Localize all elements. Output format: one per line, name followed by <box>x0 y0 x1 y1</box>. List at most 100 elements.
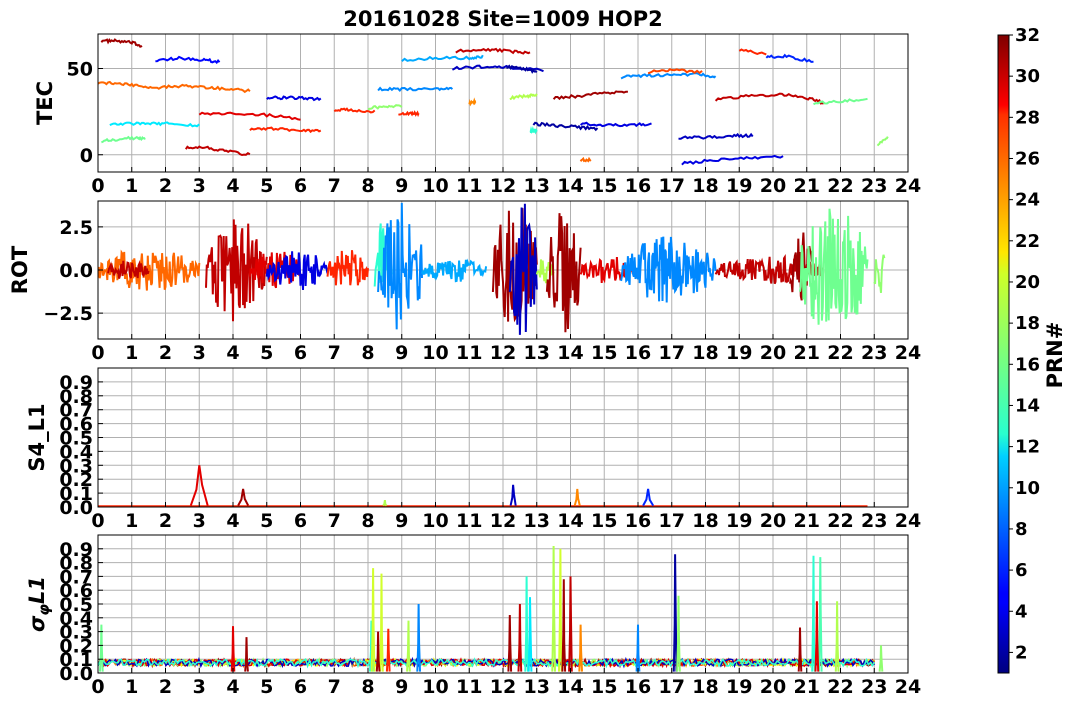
spike-prn-6 <box>642 488 655 507</box>
colorbar-tick-label: 2 <box>1015 642 1028 663</box>
spike-prn-31 <box>561 579 567 672</box>
x-tick-label: 1 <box>125 676 138 698</box>
x-tick-label: 23 <box>861 676 887 698</box>
spike-prn-31 <box>375 631 381 672</box>
x-tick-label: 6 <box>294 676 307 698</box>
y-tick-label: −2.5 <box>43 303 93 325</box>
spike-prn-3 <box>509 484 517 506</box>
x-tick-label: 1 <box>125 175 138 197</box>
series-group <box>98 545 884 672</box>
x-tick-label: 7 <box>328 175 341 197</box>
spike-prn-31 <box>244 637 249 672</box>
x-tick-label: 13 <box>524 510 550 532</box>
panel-3: 0 1 2 3 4 5 6 7 8 9 10 11 12 13 14 15 16 17 18 19 20 21 22 23 24… <box>25 367 921 532</box>
colorbar-label: PRN# <box>1043 322 1067 389</box>
chart-title: 20161028 Site=1009 HOP2 <box>343 7 663 31</box>
x-tick-label: 7 <box>328 676 341 698</box>
x-tick-label: 18 <box>692 175 718 197</box>
spike-prn-18 <box>382 499 388 507</box>
x-tick-label: 22 <box>827 342 853 364</box>
x-tick-label: 14 <box>557 676 583 698</box>
x-tick-label: 22 <box>827 676 853 698</box>
x-tick-label: 2 <box>159 175 172 197</box>
x-tick-label: 4 <box>226 676 239 698</box>
colorbar-tick-label: 8 <box>1015 519 1028 540</box>
grid <box>97 535 909 674</box>
rot-series-prn-16 <box>799 208 869 325</box>
x-tick-label: 18 <box>692 510 718 532</box>
x-tick-label: 4 <box>226 510 239 532</box>
x-tick-label: 16 <box>625 510 651 532</box>
x-tick-label: 10 <box>422 342 448 364</box>
x-tick-label: 14 <box>557 342 583 364</box>
x-tick-label: 21 <box>794 175 820 197</box>
tec-series-prn-27 <box>738 48 767 56</box>
x-tick-label: 19 <box>726 175 752 197</box>
spike-prn-18 <box>834 601 840 672</box>
spike-prn-19 <box>558 548 563 672</box>
x-tick-label: 24 <box>895 510 921 532</box>
tec-series-prn-31 <box>100 37 143 48</box>
tec-series-prn-4 <box>580 121 652 128</box>
x-tick-label: 22 <box>827 175 853 197</box>
x-tick-label: 5 <box>260 676 273 698</box>
x-tick-label: 1 <box>125 342 138 364</box>
colorbar-tick-label: 20 <box>1015 272 1040 293</box>
x-tick-label: 18 <box>692 676 718 698</box>
x-tick-label: 11 <box>456 676 482 698</box>
x-tick-label: 6 <box>294 342 307 364</box>
x-tick-label: 15 <box>591 175 617 197</box>
x-tick-label: 20 <box>760 676 786 698</box>
x-tick-label: 2 <box>159 342 172 364</box>
spike-prn-17 <box>878 645 884 672</box>
x-tick-label: 24 <box>895 676 921 698</box>
x-tick-label: 20 <box>760 342 786 364</box>
spike-prn-14 <box>811 555 816 672</box>
colorbar-tick-label: 4 <box>1015 601 1028 622</box>
tec-series-prn-14 <box>529 125 538 135</box>
tec-series-prn-17 <box>876 136 889 147</box>
tec-series-prn-29 <box>198 111 301 121</box>
tec-series-prn-9 <box>377 86 454 93</box>
x-tick-label: 0 <box>91 175 104 197</box>
grid <box>97 368 909 508</box>
x-tick-label: 14 <box>557 510 583 532</box>
spike-prn-31 <box>237 488 250 507</box>
colorbar-tick-label: 12 <box>1015 437 1040 458</box>
x-tick-label: 12 <box>490 175 516 197</box>
tec-series-prn-25 <box>98 80 251 94</box>
tec-series-prn-16 <box>101 135 146 144</box>
y-tick-label: 0 <box>80 145 93 167</box>
x-tick-label: 1 <box>125 510 138 532</box>
x-tick-label: 20 <box>760 175 786 197</box>
panel-4: 0 1 2 3 4 5 6 7 8 9 10 11 12 13 14 15 16 17 18 19 20 21 22 23 24… <box>25 534 921 698</box>
x-tick-label: 17 <box>659 175 685 197</box>
x-tick-label: 15 <box>591 342 617 364</box>
x-tick-label: 15 <box>591 510 617 532</box>
rot-series-prn-27 <box>326 250 369 286</box>
y-tick-label: 2.5 <box>59 217 93 239</box>
spike-prn-31 <box>797 627 803 672</box>
x-tick-label: 23 <box>861 342 887 364</box>
x-tick-label: 5 <box>260 510 273 532</box>
tec-series-prn-24 <box>468 97 477 107</box>
x-tick-label: 3 <box>193 175 206 197</box>
figure-canvas: 20161028 Site=1009 HOP2 0 1 2 3 4 5 6 7 8 9 10 11 12… <box>8 7 1067 698</box>
spike-prn-18 <box>551 545 556 672</box>
x-tick-label: 0 <box>91 342 104 364</box>
x-tick-label: 22 <box>827 510 853 532</box>
colorbar-tick-label: 28 <box>1015 107 1040 128</box>
x-tick-label: 8 <box>361 342 374 364</box>
series-group <box>98 37 889 166</box>
tec-series-prn-9 <box>620 72 717 80</box>
tec-series-prn-12 <box>109 121 200 128</box>
x-tick-label: 6 <box>294 175 307 197</box>
x-tick-label: 7 <box>328 342 341 364</box>
colorbar-tick-label: 22 <box>1015 231 1040 252</box>
y-axis-label: TEC <box>33 81 57 125</box>
x-tick-label: 9 <box>395 342 408 364</box>
x-tick-label: 13 <box>524 175 550 197</box>
spike-prn-17 <box>676 595 681 672</box>
tec-series-prn-4 <box>681 154 784 166</box>
spike-prn-19 <box>379 573 384 672</box>
